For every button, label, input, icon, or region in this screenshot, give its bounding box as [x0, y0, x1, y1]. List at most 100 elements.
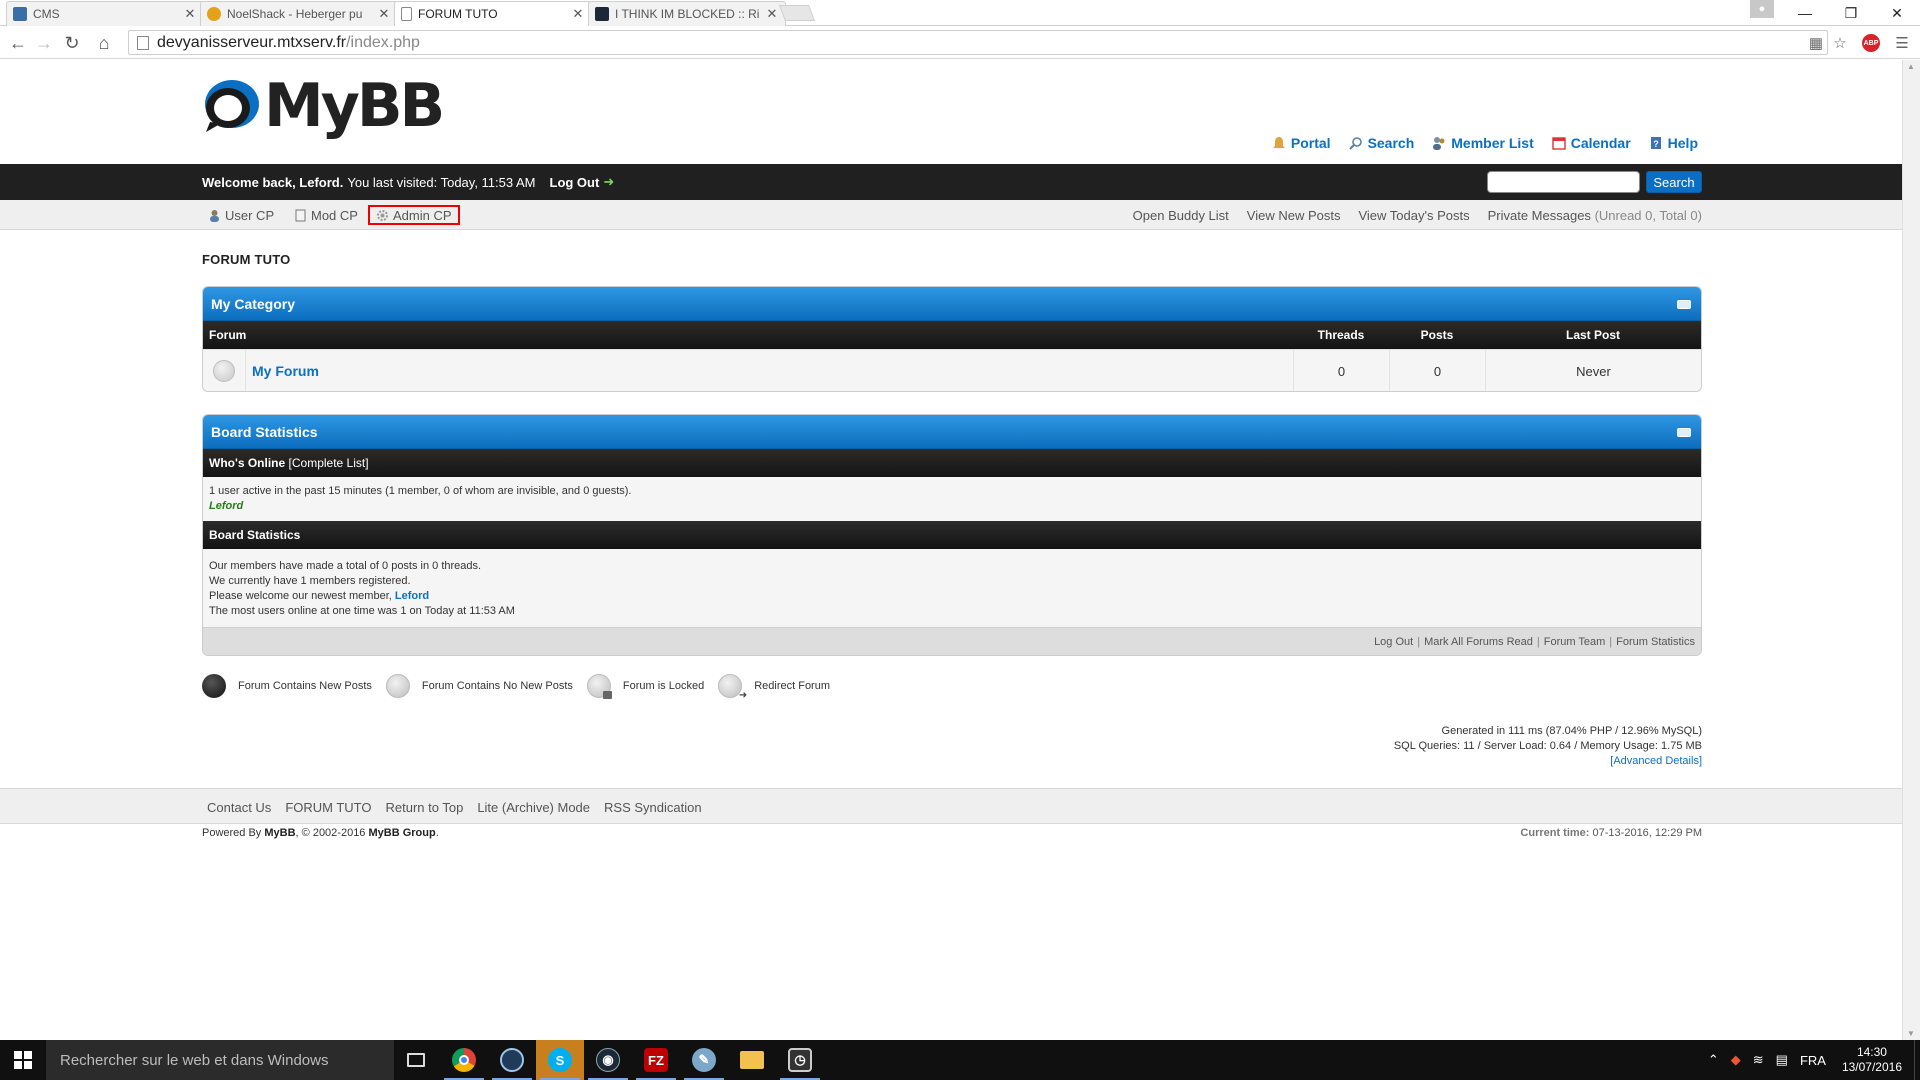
forward-icon[interactable]: → [32, 32, 56, 54]
page-scrollbar[interactable]: ▲ ▼ [1902, 60, 1920, 1040]
mybb-group-link[interactable]: MyBB Group [369, 827, 436, 839]
search-button[interactable]: Search [1646, 171, 1702, 193]
task-view-button[interactable] [392, 1040, 440, 1080]
taskbar-skype[interactable]: S [536, 1040, 584, 1080]
mybb-logo[interactable]: MyBB [202, 71, 445, 141]
complete-list-link[interactable]: [Complete List] [289, 456, 369, 470]
taskbar-filezilla[interactable]: FZ [632, 1040, 680, 1080]
search-link[interactable]: Search [1348, 135, 1414, 151]
minimize-icon[interactable]: — [1782, 0, 1828, 26]
mod-cp-link[interactable]: Mod CP [294, 205, 358, 225]
taskbar-steam[interactable]: ◉ [584, 1040, 632, 1080]
scroll-down-icon[interactable]: ▼ [1907, 1029, 1915, 1038]
return-to-top-link[interactable]: Return to Top [386, 800, 464, 815]
forum-locked-icon [586, 674, 612, 699]
welcome-bar: Welcome back, Leford. You last visited: … [0, 164, 1902, 200]
reload-icon[interactable]: ↻ [60, 32, 84, 54]
back-icon[interactable]: ← [6, 32, 30, 54]
browser-tab-cms[interactable]: CMS ✕ [6, 1, 204, 26]
view-todays-posts-link[interactable]: View Today's Posts [1358, 208, 1469, 223]
close-window-icon[interactable]: ✕ [1874, 0, 1920, 26]
search-input[interactable] [1487, 171, 1640, 193]
calendar-link[interactable]: Calendar [1552, 135, 1631, 151]
translate-icon[interactable]: ▦ [1806, 33, 1826, 53]
close-tab-icon[interactable]: ✕ [377, 6, 391, 22]
skype-icon: S [548, 1048, 572, 1072]
footer-logout-link[interactable]: Log Out [1374, 636, 1413, 648]
copyright-years: , © 2002-2016 [295, 827, 366, 839]
url-path: /index.php [346, 33, 420, 51]
legend-no-new-posts: Forum Contains No New Posts [385, 674, 573, 698]
taskbar-clock[interactable]: 14:30 13/07/2016 [1842, 1045, 1902, 1075]
taskbar-paint[interactable]: ✎ [680, 1040, 728, 1080]
panel-right-links: Open Buddy List View New Posts View Toda… [1133, 205, 1702, 225]
network-icon[interactable]: ≋ [1753, 1052, 1764, 1068]
show-desktop-button[interactable] [1914, 1040, 1920, 1080]
browser-tab-forum-tuto[interactable]: FORUM TUTO ✕ [394, 1, 592, 26]
help-link[interactable]: ? Help [1649, 135, 1698, 151]
antivirus-icon[interactable]: ◆ [1731, 1052, 1741, 1068]
portal-link[interactable]: Portal [1272, 135, 1331, 151]
legend-label: Forum Contains New Posts [238, 680, 372, 692]
bookmark-star-icon[interactable]: ☆ [1830, 33, 1850, 53]
logo-text: MyBB [264, 71, 445, 141]
chrome-menu-icon[interactable]: ☰ [1892, 33, 1912, 53]
whos-online-header: Who's Online [Complete List] [203, 449, 1701, 477]
current-time-value: 07-13-2016, 12:29 PM [1592, 827, 1702, 839]
action-center-icon[interactable]: ▤ [1776, 1052, 1788, 1068]
taskbar-file-explorer[interactable] [728, 1040, 776, 1080]
filezilla-icon: FZ [644, 1048, 668, 1072]
contact-us-link[interactable]: Contact Us [207, 800, 271, 815]
adblock-plus-icon[interactable]: ABP [1862, 34, 1880, 52]
board-statistics-table: Board Statistics Who's Online [Complete … [202, 414, 1702, 656]
show-hidden-icons-icon[interactable]: ⌃ [1708, 1052, 1719, 1068]
forum-no-new-posts-icon[interactable] [213, 360, 235, 382]
close-tab-icon[interactable]: ✕ [183, 6, 197, 22]
restore-icon[interactable]: ❐ [1828, 0, 1874, 26]
debug-info: Generated in 111 ms (87.04% PHP / 12.96%… [1394, 724, 1702, 769]
profile-icon[interactable]: ● [1750, 0, 1774, 18]
rss-syndication-link[interactable]: RSS Syndication [604, 800, 702, 815]
address-bar[interactable]: devyanisserveur.mtxserv.fr/index.php [128, 30, 1828, 55]
home-icon[interactable]: ⌂ [92, 32, 116, 54]
board-stats-body: Our members have made a total of 0 posts… [203, 549, 1701, 627]
taskbar-app-clock[interactable]: ◷ [776, 1040, 824, 1080]
newest-member-link[interactable]: Leford [395, 590, 429, 602]
taskbar-chrome[interactable] [440, 1040, 488, 1080]
close-tab-icon[interactable]: ✕ [765, 6, 779, 22]
view-new-posts-link[interactable]: View New Posts [1247, 208, 1341, 223]
collapse-icon[interactable] [1677, 300, 1691, 309]
mark-forums-read-link[interactable]: Mark All Forums Read [1424, 636, 1533, 648]
mybb-link[interactable]: MyBB [264, 827, 295, 839]
user-cp-link[interactable]: User CP [208, 205, 274, 225]
online-user-link[interactable]: Leford [209, 500, 243, 512]
task-view-icon [407, 1053, 425, 1067]
close-tab-icon[interactable]: ✕ [571, 6, 585, 22]
admin-cp-link[interactable]: Admin CP [368, 205, 460, 225]
forum-team-link[interactable]: Forum Team [1544, 636, 1606, 648]
url-host: devyanisserveur.mtxserv.fr [157, 33, 347, 51]
open-buddy-list-link[interactable]: Open Buddy List [1133, 208, 1229, 223]
breadcrumb[interactable]: FORUM TUTO [202, 252, 290, 267]
forum-link[interactable]: My Forum [252, 363, 319, 379]
private-messages-link[interactable]: Private Messages (Unread 0, Total 0) [1488, 208, 1702, 223]
logout-link[interactable]: Log Out [550, 175, 600, 190]
taskbar-search-input[interactable]: Rechercher sur le web et dans Windows [46, 1040, 394, 1080]
start-button[interactable] [0, 1040, 46, 1080]
forum-statistics-link[interactable]: Forum Statistics [1616, 636, 1695, 648]
member-list-link[interactable]: Member List [1432, 135, 1534, 151]
tab-title: FORUM TUTO [418, 7, 498, 21]
category-title[interactable]: My Category [211, 296, 295, 312]
taskbar-app-cortana[interactable] [488, 1040, 536, 1080]
scroll-up-icon[interactable]: ▲ [1907, 62, 1915, 71]
lite-mode-link[interactable]: Lite (Archive) Mode [477, 800, 590, 815]
language-indicator[interactable]: FRA [1800, 1053, 1826, 1068]
page-favicon-icon [401, 7, 412, 21]
new-tab-button[interactable] [779, 5, 815, 21]
browser-tab-steam[interactable]: I THINK IM BLOCKED :: Ri ✕ [588, 1, 786, 26]
forum-home-link[interactable]: FORUM TUTO [285, 800, 371, 815]
bell-icon [1272, 137, 1285, 148]
collapse-icon[interactable] [1677, 428, 1691, 437]
advanced-details-link[interactable]: [Advanced Details] [1394, 754, 1702, 769]
browser-tab-noelshack[interactable]: NoelShack - Heberger pu ✕ [200, 1, 398, 26]
